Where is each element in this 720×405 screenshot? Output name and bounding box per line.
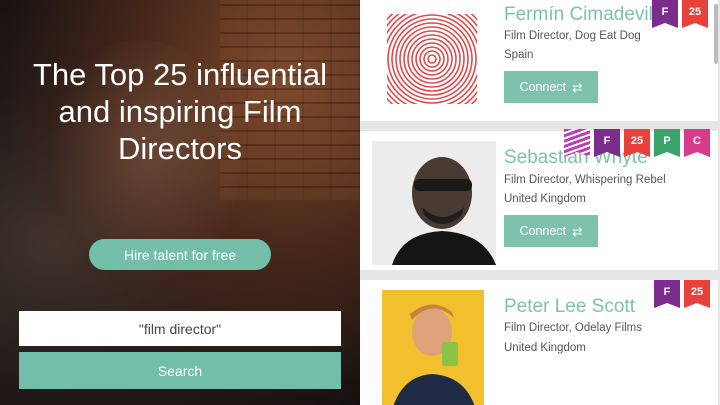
scrollbar[interactable] bbox=[714, 4, 718, 64]
profile-card: Peter Lee Scott Film Director, Odelay Fi… bbox=[360, 280, 718, 405]
hero-panel: The Top 25 influential and inspiring Fil… bbox=[0, 0, 360, 405]
avatar[interactable] bbox=[372, 141, 496, 265]
profile-card: Sebastian Whyte Film Director, Whisperin… bbox=[360, 129, 718, 270]
spiral-logo-icon bbox=[370, 4, 496, 112]
badge-f: F bbox=[654, 280, 680, 308]
badge-f: F bbox=[594, 129, 620, 157]
results-list: Fermín Cimadevilla Film Director, Dog Ea… bbox=[360, 0, 720, 405]
badge-group: F 25 bbox=[654, 280, 710, 308]
profile-name[interactable]: Peter Lee Scott bbox=[504, 296, 635, 318]
profile-role: Film Director, Dog Eat Dog bbox=[504, 30, 641, 42]
badge-f: F bbox=[652, 0, 678, 28]
profile-location: Spain bbox=[504, 49, 534, 61]
profile-role: Film Director, Whispering Rebel bbox=[504, 174, 666, 186]
profile-card: Fermín Cimadevilla Film Director, Dog Ea… bbox=[360, 0, 718, 121]
badge-group: F 25 P C bbox=[564, 129, 710, 157]
profile-name[interactable]: Fermín Cimadevilla bbox=[504, 4, 668, 26]
sync-icon: ⇄ bbox=[572, 80, 583, 95]
badge-c: C bbox=[684, 129, 710, 157]
badge-p: P bbox=[654, 129, 680, 157]
connect-button[interactable]: Connect ⇄ bbox=[504, 71, 598, 103]
connect-button[interactable]: Connect ⇄ bbox=[504, 215, 598, 247]
avatar[interactable] bbox=[370, 4, 496, 112]
profile-location: United Kingdom bbox=[504, 342, 586, 354]
badge-25: 25 bbox=[624, 129, 650, 157]
badge-group: F 25 bbox=[652, 0, 708, 28]
stripes-icon bbox=[564, 129, 590, 157]
connect-label: Connect bbox=[519, 224, 567, 238]
avatar[interactable] bbox=[382, 290, 484, 405]
connect-label: Connect bbox=[519, 80, 567, 94]
profile-location: United Kingdom bbox=[504, 193, 586, 205]
search-input[interactable]: "film director" bbox=[19, 311, 341, 346]
portrait-photo bbox=[372, 141, 496, 265]
sync-icon: ⇄ bbox=[572, 224, 583, 239]
profile-role: Film Director, Odelay Films bbox=[504, 322, 643, 334]
hire-talent-button[interactable]: Hire talent for free bbox=[89, 239, 271, 270]
portrait-photo bbox=[382, 290, 484, 405]
search-button[interactable]: Search bbox=[19, 352, 341, 389]
badge-25: 25 bbox=[684, 280, 710, 308]
badge-25: 25 bbox=[682, 0, 708, 28]
hero-title: The Top 25 influential and inspiring Fil… bbox=[32, 57, 328, 166]
